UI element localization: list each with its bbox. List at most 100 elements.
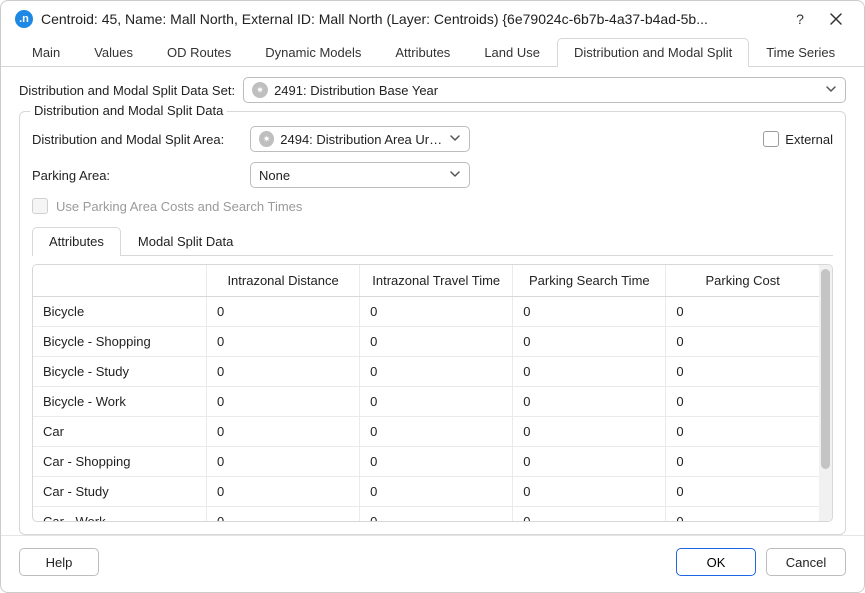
chevron-down-icon: [449, 132, 461, 147]
dataset-value: 2491: Distribution Base Year: [274, 83, 819, 98]
tab-dynamic-models[interactable]: Dynamic Models: [248, 38, 378, 67]
cell-value[interactable]: 0: [666, 327, 819, 357]
cell-mode[interactable]: Car - Study: [33, 477, 207, 507]
cell-value[interactable]: 0: [360, 387, 513, 417]
cell-value[interactable]: 0: [513, 297, 666, 327]
area-value: 2494: Distribution Area Urban: [280, 132, 443, 147]
cell-value[interactable]: 0: [666, 297, 819, 327]
cell-value[interactable]: 0: [666, 477, 819, 507]
chevron-down-icon: [449, 168, 461, 183]
cell-mode[interactable]: Car - Work: [33, 507, 207, 522]
use-costs-label: Use Parking Area Costs and Search Times: [56, 199, 302, 214]
col-intrazonal-travel-time[interactable]: Intrazonal Travel Time: [360, 265, 513, 297]
dataset-label: Distribution and Modal Split Data Set:: [19, 83, 235, 98]
cell-value[interactable]: 0: [360, 417, 513, 447]
cell-mode[interactable]: Bicycle: [33, 297, 207, 327]
cell-value[interactable]: 0: [513, 327, 666, 357]
cell-mode[interactable]: Car - Shopping: [33, 447, 207, 477]
dataset-combo[interactable]: ✷ 2491: Distribution Base Year: [243, 77, 846, 103]
cell-value[interactable]: 0: [207, 327, 360, 357]
table-row[interactable]: Car - Shopping0000: [33, 447, 819, 477]
cell-mode[interactable]: Bicycle - Shopping: [33, 327, 207, 357]
group-title: Distribution and Modal Split Data: [30, 103, 227, 118]
use-costs-checkbox: [32, 198, 48, 214]
col-parking-search-time[interactable]: Parking Search Time: [513, 265, 666, 297]
cell-value[interactable]: 0: [666, 417, 819, 447]
cell-value[interactable]: 0: [666, 507, 819, 522]
parking-combo[interactable]: None: [250, 162, 470, 188]
ok-button[interactable]: OK: [676, 548, 756, 576]
cell-value[interactable]: 0: [513, 417, 666, 447]
col-mode[interactable]: [33, 265, 207, 297]
parking-value: None: [259, 168, 443, 183]
scrollbar-thumb[interactable]: [821, 269, 830, 469]
cell-value[interactable]: 0: [360, 477, 513, 507]
cell-value[interactable]: 0: [360, 507, 513, 522]
help-icon[interactable]: ?: [786, 9, 814, 29]
innertab-attributes[interactable]: Attributes: [32, 227, 121, 256]
cell-mode[interactable]: Bicycle - Work: [33, 387, 207, 417]
external-check-wrap: External: [763, 131, 833, 147]
cell-value[interactable]: 0: [360, 447, 513, 477]
table-row[interactable]: Car0000: [33, 417, 819, 447]
window-title: Centroid: 45, Name: Mall North, External…: [41, 11, 778, 27]
table-header-row: Intrazonal Distance Intrazonal Travel Ti…: [33, 265, 819, 297]
cell-value[interactable]: 0: [666, 387, 819, 417]
col-intrazonal-distance[interactable]: Intrazonal Distance: [207, 265, 360, 297]
cell-value[interactable]: 0: [207, 507, 360, 522]
cell-value[interactable]: 0: [360, 327, 513, 357]
area-combo[interactable]: ✷ 2494: Distribution Area Urban: [250, 126, 470, 152]
table-row[interactable]: Bicycle - Work0000: [33, 387, 819, 417]
cell-value[interactable]: 0: [207, 477, 360, 507]
parking-label: Parking Area:: [32, 168, 242, 183]
table-frame: Intrazonal Distance Intrazonal Travel Ti…: [32, 264, 833, 522]
area-label: Distribution and Modal Split Area:: [32, 132, 242, 147]
cell-value[interactable]: 0: [207, 357, 360, 387]
tab-values[interactable]: Values: [77, 38, 150, 67]
main-tabstrip: Main Values OD Routes Dynamic Models Att…: [1, 37, 864, 67]
vertical-scrollbar[interactable]: [819, 265, 832, 521]
help-button[interactable]: Help: [19, 548, 99, 576]
table-row[interactable]: Car - Study0000: [33, 477, 819, 507]
tab-od-routes[interactable]: OD Routes: [150, 38, 248, 67]
col-parking-cost[interactable]: Parking Cost: [666, 265, 819, 297]
external-checkbox[interactable]: [763, 131, 779, 147]
cell-value[interactable]: 0: [513, 387, 666, 417]
cell-mode[interactable]: Bicycle - Study: [33, 357, 207, 387]
cell-value[interactable]: 0: [666, 357, 819, 387]
body: Distribution and Modal Split Data Set: ✷…: [1, 67, 864, 535]
titlebar: .n Centroid: 45, Name: Mall North, Exter…: [1, 1, 864, 35]
distribution-group: Distribution and Modal Split Data Distri…: [19, 111, 846, 535]
cell-value[interactable]: 0: [513, 507, 666, 522]
area-row: Distribution and Modal Split Area: ✷ 249…: [32, 126, 833, 152]
cell-value[interactable]: 0: [513, 357, 666, 387]
dataset-row: Distribution and Modal Split Data Set: ✷…: [19, 77, 846, 103]
footer: Help OK Cancel: [1, 535, 864, 592]
table-row[interactable]: Car - Work0000: [33, 507, 819, 522]
cell-value[interactable]: 0: [666, 447, 819, 477]
table-row[interactable]: Bicycle0000: [33, 297, 819, 327]
close-icon[interactable]: [822, 9, 850, 29]
cell-value[interactable]: 0: [207, 417, 360, 447]
tab-land-use[interactable]: Land Use: [467, 38, 557, 67]
cell-mode[interactable]: Car: [33, 417, 207, 447]
cell-value[interactable]: 0: [513, 447, 666, 477]
cancel-button[interactable]: Cancel: [766, 548, 846, 576]
tab-attributes[interactable]: Attributes: [378, 38, 467, 67]
app-icon: .n: [15, 10, 33, 28]
chevron-down-icon: [825, 83, 837, 98]
table-row[interactable]: Bicycle - Study0000: [33, 357, 819, 387]
cell-value[interactable]: 0: [207, 387, 360, 417]
cell-value[interactable]: 0: [513, 477, 666, 507]
tab-distribution-modal-split[interactable]: Distribution and Modal Split: [557, 38, 749, 67]
cell-value[interactable]: 0: [360, 357, 513, 387]
tab-time-series[interactable]: Time Series: [749, 38, 852, 67]
cell-value[interactable]: 0: [207, 447, 360, 477]
cell-value[interactable]: 0: [207, 297, 360, 327]
innertab-modal-split[interactable]: Modal Split Data: [121, 227, 250, 256]
cell-value[interactable]: 0: [360, 297, 513, 327]
attributes-table[interactable]: Intrazonal Distance Intrazonal Travel Ti…: [33, 265, 819, 521]
area-object-icon: ✷: [259, 131, 274, 147]
table-row[interactable]: Bicycle - Shopping0000: [33, 327, 819, 357]
tab-main[interactable]: Main: [15, 38, 77, 67]
